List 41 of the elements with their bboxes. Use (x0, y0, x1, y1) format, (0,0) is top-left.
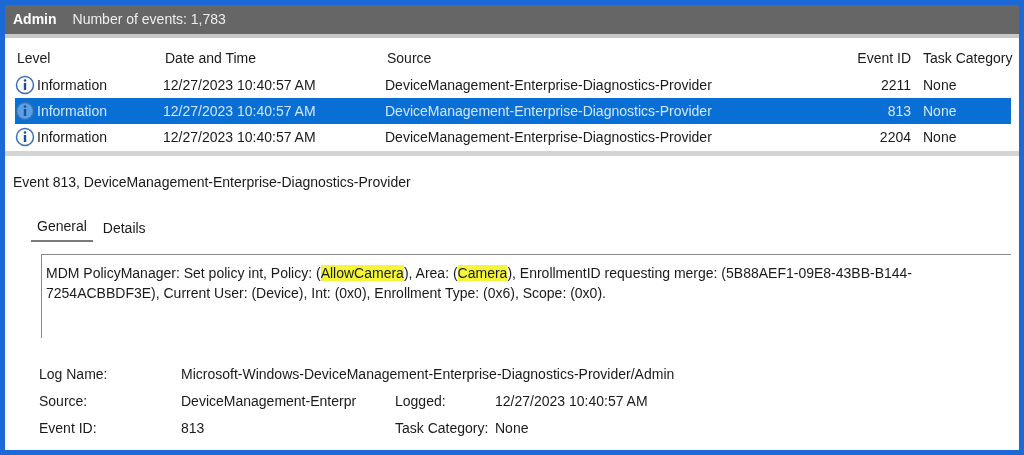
level-text: Information (37, 127, 108, 147)
field-value: 813 (181, 419, 205, 438)
event-count: Number of events: 1,783 (72, 10, 226, 29)
field-label: Logged: (395, 392, 446, 411)
column-header[interactable]: Source (385, 47, 823, 69)
source-text: DeviceManagement-Enterprise-Diagnostics-Provider (385, 101, 713, 121)
date-time: 12/27/2023 10:40:57 AM (163, 101, 317, 121)
field-label: Task Category: (395, 419, 489, 438)
tab[interactable]: General (31, 213, 93, 242)
event-id: 2211 (879, 75, 912, 95)
task-category: None (922, 127, 958, 147)
event-id: 2204 (878, 127, 912, 147)
field-value: None (495, 419, 529, 438)
field-label: Event ID: (39, 419, 97, 438)
level-text: Information (37, 75, 108, 95)
field-value: 12/27/2023 10:40:57 AM (495, 392, 648, 411)
task-category: None (922, 101, 958, 121)
event-row[interactable]: Information 12/27/2023 10:40:57 AM DeviceManagement-Enterprise-Diagnostics-Provider 2204 None (15, 124, 1011, 150)
log-name: Admin (13, 10, 57, 29)
column-header[interactable]: Date and Time (163, 47, 385, 69)
source-text: DeviceManagement-Enterprise-Diagnostics-Provider (385, 75, 713, 95)
column-header[interactable]: Level (15, 47, 163, 69)
field-label: Source: (39, 392, 88, 411)
column-header[interactable]: Task Category (915, 47, 1013, 69)
source-text: DeviceManagement-Enterprise-Diagnostics-Provider (385, 127, 713, 147)
info-icon (15, 101, 35, 121)
task-category: None (922, 75, 958, 95)
field-value: Microsoft-Windows-DeviceManagement-Enterprise-Diagnostics-Provider/Admin (181, 365, 675, 384)
event-title: Event 813, DeviceManagement-Enterprise-Diagnostics-Provider (13, 173, 412, 192)
event-row[interactable]: Information 12/27/2023 10:40:57 AM DeviceManagement-Enterprise-Diagnostics-Provider 2211 None (15, 72, 1011, 98)
event-row[interactable]: Information 12/27/2023 10:40:57 AM DeviceManagement-Enterprise-Diagnostics-Provider 813 None (15, 98, 1011, 124)
column-header[interactable]: Event ID (823, 47, 915, 69)
info-icon (15, 75, 35, 95)
event-id: 813 (886, 101, 912, 121)
date-time: 12/27/2023 10:40:57 AM (163, 127, 317, 147)
date-time: 12/27/2023 10:40:57 AM (163, 75, 317, 95)
field-value: DeviceManagement-Enterpr (181, 392, 357, 411)
level-text: Information (37, 101, 108, 121)
tab[interactable]: Details (96, 215, 152, 242)
info-icon (15, 127, 35, 147)
field-label: Log Name: (39, 365, 108, 384)
